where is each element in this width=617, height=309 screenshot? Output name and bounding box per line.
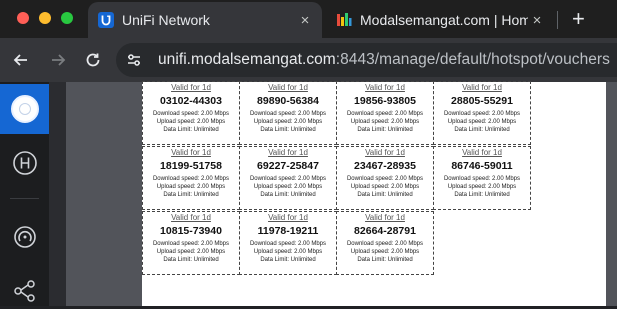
voucher-upload-speed: Upload speed: 2.00 Mbps bbox=[253, 119, 323, 125]
tab-title: UniFi Network bbox=[122, 12, 210, 28]
tab-strip: UniFi Network × Modalsemangat.com | Home… bbox=[0, 0, 617, 38]
voucher-valid-label: Valid for 1d bbox=[365, 148, 405, 157]
panel-edge bbox=[49, 82, 66, 306]
voucher-card: Valid for 1d 89890-56384 Download speed: 2… bbox=[239, 81, 337, 145]
voucher-valid-label: Valid for 1d bbox=[268, 148, 308, 157]
voucher-code: 28805-55291 bbox=[451, 95, 513, 107]
voucher-data-limit: Data Limit: Unlimited bbox=[163, 127, 219, 133]
voucher-upload-speed: Upload speed: 2.00 Mbps bbox=[350, 184, 420, 190]
tab-close-icon[interactable]: × bbox=[528, 12, 546, 29]
back-arrow-icon[interactable] bbox=[11, 50, 31, 70]
voucher-code: 89890-56384 bbox=[257, 95, 319, 107]
voucher-valid-label: Valid for 1d bbox=[268, 83, 308, 92]
voucher-download-speed: Download speed: 2.00 Mbps bbox=[443, 111, 521, 117]
unifi-logo[interactable] bbox=[0, 84, 49, 134]
voucher-download-speed: Download speed: 2.00 Mbps bbox=[152, 241, 230, 247]
voucher-print-page: Valid for 1d 03102-44303 Download speed: 2… bbox=[142, 81, 606, 306]
voucher-valid-label: Valid for 1d bbox=[268, 213, 308, 222]
site-favicon-icon bbox=[336, 12, 352, 28]
voucher-card: Valid for 1d 19856-93805 Download speed: 2… bbox=[336, 81, 434, 145]
unifi-favicon-icon bbox=[98, 12, 114, 28]
voucher-download-speed: Download speed: 2.00 Mbps bbox=[346, 176, 424, 182]
tab-modalsemangat[interactable]: Modalsemangat.com | Homep × bbox=[328, 2, 554, 38]
hotspot-h-icon[interactable] bbox=[12, 150, 38, 176]
voucher-card: Valid for 1d 23467-28935 Download speed: 2… bbox=[336, 146, 434, 210]
forward-arrow-icon[interactable] bbox=[48, 50, 68, 70]
voucher-data-limit: Data Limit: Unlimited bbox=[260, 257, 316, 263]
voucher-valid-label: Valid for 1d bbox=[365, 83, 405, 92]
voucher-upload-speed: Upload speed: 2.00 Mbps bbox=[350, 249, 420, 255]
unifi-sidebar bbox=[0, 82, 49, 306]
voucher-valid-label: Valid for 1d bbox=[365, 213, 405, 222]
voucher-code: 10815-73940 bbox=[160, 225, 222, 237]
voucher-upload-speed: Upload speed: 2.00 Mbps bbox=[350, 119, 420, 125]
window-maximize-button[interactable] bbox=[61, 12, 73, 24]
voucher-valid-label: Valid for 1d bbox=[171, 213, 211, 222]
page-content: Valid for 1d 03102-44303 Download speed: 2… bbox=[0, 81, 617, 306]
voucher-valid-label: Valid for 1d bbox=[171, 148, 211, 157]
voucher-code: 19856-93805 bbox=[354, 95, 416, 107]
tab-title: Modalsemangat.com | Homep bbox=[360, 12, 528, 28]
voucher-code: 11978-19211 bbox=[257, 225, 319, 237]
tab-close-icon[interactable]: × bbox=[296, 12, 314, 29]
voucher-upload-speed: Upload speed: 2.00 Mbps bbox=[156, 249, 226, 255]
topology-icon[interactable] bbox=[12, 278, 38, 304]
voucher-card: Valid for 1d 82664-28791 Download speed: 2… bbox=[336, 211, 434, 275]
tab-separator bbox=[557, 11, 558, 29]
voucher-data-limit: Data Limit: Unlimited bbox=[260, 192, 316, 198]
voucher-data-limit: Data Limit: Unlimited bbox=[357, 127, 413, 133]
voucher-upload-speed: Upload speed: 2.00 Mbps bbox=[253, 184, 323, 190]
voucher-upload-speed: Upload speed: 2.00 Mbps bbox=[156, 184, 226, 190]
address-bar[interactable]: unifi.modalsemangat.com:8443/manage/defa… bbox=[116, 43, 617, 77]
voucher-card: Valid for 1d 18199-51758 Download speed: 2… bbox=[142, 146, 240, 210]
voucher-download-speed: Download speed: 2.00 Mbps bbox=[249, 111, 327, 117]
voucher-download-speed: Download speed: 2.00 Mbps bbox=[346, 111, 424, 117]
voucher-data-limit: Data Limit: Unlimited bbox=[260, 127, 316, 133]
voucher-code: 86746-59011 bbox=[451, 160, 513, 172]
voucher-data-limit: Data Limit: Unlimited bbox=[454, 192, 510, 198]
voucher-card: Valid for 1d 11978-19211 Download speed: 2… bbox=[239, 211, 337, 275]
voucher-valid-label: Valid for 1d bbox=[462, 148, 502, 157]
voucher-download-speed: Download speed: 2.00 Mbps bbox=[443, 176, 521, 182]
reload-icon[interactable] bbox=[83, 50, 103, 70]
voucher-data-limit: Data Limit: Unlimited bbox=[357, 257, 413, 263]
voucher-data-limit: Data Limit: Unlimited bbox=[357, 192, 413, 198]
url-host: unifi.modalsemangat.com bbox=[158, 51, 336, 68]
voucher-card: Valid for 1d 69227-25847 Download speed: 2… bbox=[239, 146, 337, 210]
voucher-card: Valid for 1d 28805-55291 Download speed: 2… bbox=[433, 81, 531, 145]
insights-icon[interactable] bbox=[12, 224, 38, 250]
voucher-upload-speed: Upload speed: 2.00 Mbps bbox=[447, 119, 517, 125]
voucher-download-speed: Download speed: 2.00 Mbps bbox=[152, 111, 230, 117]
voucher-card: Valid for 1d 10815-73940 Download speed: 2… bbox=[142, 211, 240, 275]
voucher-upload-speed: Upload speed: 2.00 Mbps bbox=[447, 184, 517, 190]
voucher-upload-speed: Upload speed: 2.00 Mbps bbox=[156, 119, 226, 125]
browser-toolbar: unifi.modalsemangat.com:8443/manage/defa… bbox=[0, 38, 617, 82]
voucher-code: 82664-28791 bbox=[354, 225, 416, 237]
voucher-data-limit: Data Limit: Unlimited bbox=[454, 127, 510, 133]
voucher-code: 03102-44303 bbox=[160, 95, 222, 107]
voucher-code: 23467-28935 bbox=[354, 160, 416, 172]
voucher-valid-label: Valid for 1d bbox=[462, 83, 502, 92]
voucher-download-speed: Download speed: 2.00 Mbps bbox=[249, 241, 327, 247]
voucher-code: 69227-25847 bbox=[257, 160, 319, 172]
voucher-valid-label: Valid for 1d bbox=[171, 83, 211, 92]
voucher-card: Valid for 1d 86746-59011 Download speed: 2… bbox=[433, 146, 531, 210]
voucher-upload-speed: Upload speed: 2.00 Mbps bbox=[253, 249, 323, 255]
voucher-download-speed: Download speed: 2.00 Mbps bbox=[346, 241, 424, 247]
url-text: unifi.modalsemangat.com:8443/manage/defa… bbox=[158, 51, 610, 69]
voucher-data-limit: Data Limit: Unlimited bbox=[163, 192, 219, 198]
tab-unifi-network[interactable]: UniFi Network × bbox=[88, 2, 322, 38]
new-tab-button[interactable]: + bbox=[572, 7, 585, 31]
window-minimize-button[interactable] bbox=[39, 12, 51, 24]
voucher-code: 18199-51758 bbox=[160, 160, 222, 172]
voucher-download-speed: Download speed: 2.00 Mbps bbox=[152, 176, 230, 182]
unifi-device-icon bbox=[10, 95, 39, 123]
window-close-button[interactable] bbox=[17, 12, 29, 24]
sidebar-divider bbox=[10, 198, 39, 199]
voucher-data-limit: Data Limit: Unlimited bbox=[163, 257, 219, 263]
voucher-card: Valid for 1d 03102-44303 Download speed: 2… bbox=[142, 81, 240, 145]
voucher-download-speed: Download speed: 2.00 Mbps bbox=[249, 176, 327, 182]
site-settings-icon[interactable] bbox=[120, 46, 148, 74]
url-path: :8443/manage/default/hotspot/vouchers bbox=[335, 51, 610, 68]
